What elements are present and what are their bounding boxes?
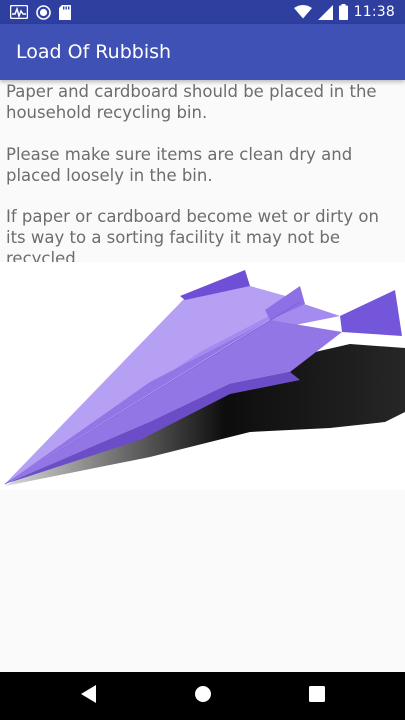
status-right-icons: 11:38 bbox=[293, 3, 395, 21]
status-time: 11:38 bbox=[353, 4, 395, 20]
app-bar: Load Of Rubbish bbox=[0, 24, 405, 80]
signal-icon bbox=[317, 4, 333, 20]
paragraph-clean-dry: Please make sure items are clean dry and… bbox=[6, 145, 353, 185]
status-bar: 11:38 bbox=[0, 0, 405, 24]
navigation-bar bbox=[0, 672, 405, 720]
sd-card-icon bbox=[59, 4, 71, 20]
status-left-icons bbox=[10, 4, 71, 20]
back-icon bbox=[81, 684, 97, 708]
back-button[interactable] bbox=[77, 684, 101, 708]
wifi-icon bbox=[293, 5, 312, 19]
activity-icon bbox=[10, 5, 28, 19]
page-title: Load Of Rubbish bbox=[16, 41, 172, 63]
paragraph-wet-dirty: If paper or cardboard become wet or dirt… bbox=[6, 207, 379, 268]
battery-icon bbox=[338, 4, 348, 20]
recents-icon bbox=[309, 685, 325, 707]
home-button[interactable] bbox=[191, 684, 215, 708]
paper-airplane-image bbox=[0, 262, 405, 490]
home-icon bbox=[194, 685, 212, 708]
recents-button[interactable] bbox=[305, 684, 329, 708]
paragraph-recycling-bin: Paper and cardboard should be placed in … bbox=[6, 82, 377, 122]
circle-notification-icon bbox=[36, 4, 51, 20]
